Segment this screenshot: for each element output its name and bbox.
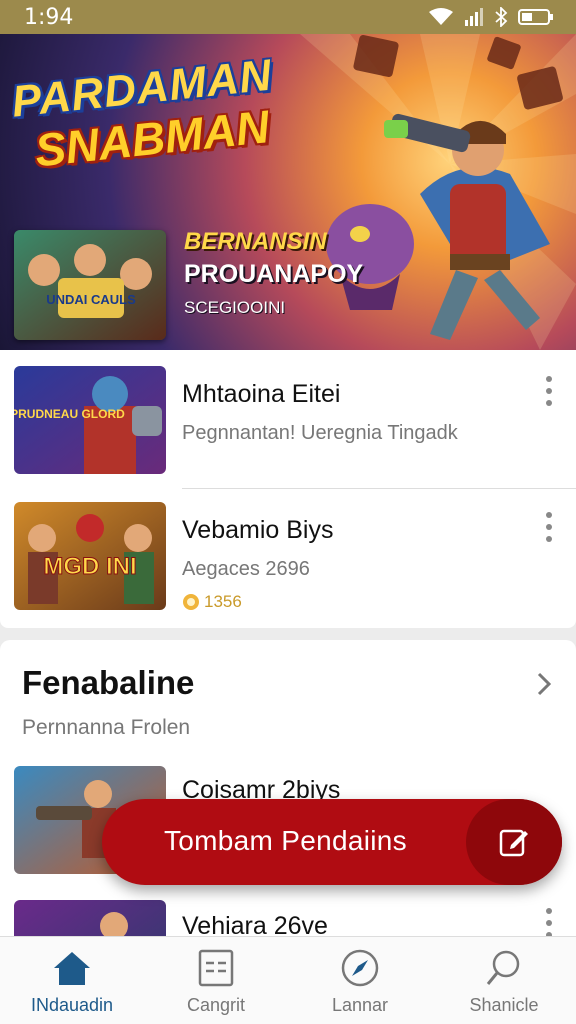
hero-subtitle-1: BERNANSIN: [184, 228, 327, 255]
list-item[interactable]: Vehiara 26ve: [0, 884, 576, 936]
bluetooth-icon: [495, 7, 508, 27]
list-item[interactable]: DERMA PRUDNEAU GLORD Mhtaoina Eitei Pegn…: [0, 350, 576, 489]
status-bar: 1:94: [0, 0, 576, 34]
primary-action-button[interactable]: Tombam Pendaiins: [102, 799, 562, 885]
game-list: DERMA PRUDNEAU GLORD Mhtaoina Eitei Pegn…: [0, 350, 576, 628]
status-icons: [428, 7, 554, 27]
list-item-thumbnail: MGD INI: [14, 502, 166, 610]
list-item-meta: 1356: [182, 592, 242, 612]
status-time: 1:94: [24, 4, 74, 30]
compass-icon: [341, 949, 379, 987]
edit-icon: [499, 829, 528, 857]
nav-label-compass: Lannar: [331, 995, 389, 1015]
nav-label-search: Shanicle: [469, 995, 539, 1015]
hero-subtitle-2: PROUANAPOY: [184, 260, 364, 288]
list-item-subtitle: Aegaces 2696: [182, 558, 310, 580]
list-item-title: Mhtaoina Eitei: [182, 380, 341, 408]
list-item-meta-value: 1356: [204, 592, 242, 611]
hero-thumb-text: UNDAI CAULS: [46, 292, 136, 307]
nav-item-home[interactable]: INdauadin: [0, 937, 144, 1024]
more-options-icon[interactable]: [542, 376, 556, 406]
list-item-subtitle: Pegnnantan! Ueregnia Tingadk: [182, 422, 458, 444]
hero-subtitle-3: SCEGIOOINI: [184, 298, 286, 317]
wifi-icon: [429, 8, 453, 25]
chevron-right-icon[interactable]: [534, 670, 554, 698]
nav-label-home: INdauadin: [30, 995, 114, 1015]
list-item-thumbnail: [14, 900, 166, 936]
list-thumb-text: DERMA PRUDNEAU GLORD: [14, 407, 125, 421]
battery-icon: [518, 9, 553, 25]
hero-character-illustration: [326, 113, 550, 340]
more-options-icon[interactable]: [542, 908, 556, 936]
list-thumb-text: MGD INI: [43, 553, 136, 580]
list-item[interactable]: MGD INI Vebamio Biys Aegaces 2696 1356: [0, 486, 576, 611]
more-options-icon[interactable]: [542, 512, 556, 542]
nav-item-compass[interactable]: Lannar: [288, 937, 432, 1024]
nav-item-list[interactable]: Cangrit: [144, 937, 288, 1024]
list-item-title: Vebamio Biys: [182, 516, 334, 544]
section-heading: Fenabaline: [22, 664, 195, 701]
nav-label-list: Cangrit: [186, 995, 246, 1015]
nav-item-search[interactable]: Shanicle: [432, 937, 576, 1024]
edit-button[interactable]: [466, 799, 562, 885]
search-icon: [486, 950, 520, 985]
list-item-thumbnail: DERMA PRUDNEAU GLORD: [14, 366, 166, 474]
hero-thumbnail[interactable]: UNDAI CAULS: [14, 230, 166, 340]
hero-banner[interactable]: PARDAMAN SNABMAN UNDAI CAULS BERNANSIN P…: [0, 34, 576, 350]
home-icon: [54, 952, 90, 985]
coin-icon: [183, 594, 199, 610]
featured-section: Fenabaline Pernnanna Frolen Coisamr 2biy…: [0, 640, 576, 936]
bottom-navigation: INdauadin Cangrit Lannar Shanicle: [0, 936, 576, 1024]
list-item-title: Vehiara 26ve: [182, 912, 328, 936]
list-icon: [198, 949, 234, 987]
signal-icon: [465, 8, 483, 26]
primary-action-label: Tombam Pendaiins: [164, 825, 407, 856]
section-subheading: Pernnanna Frolen: [22, 716, 191, 739]
